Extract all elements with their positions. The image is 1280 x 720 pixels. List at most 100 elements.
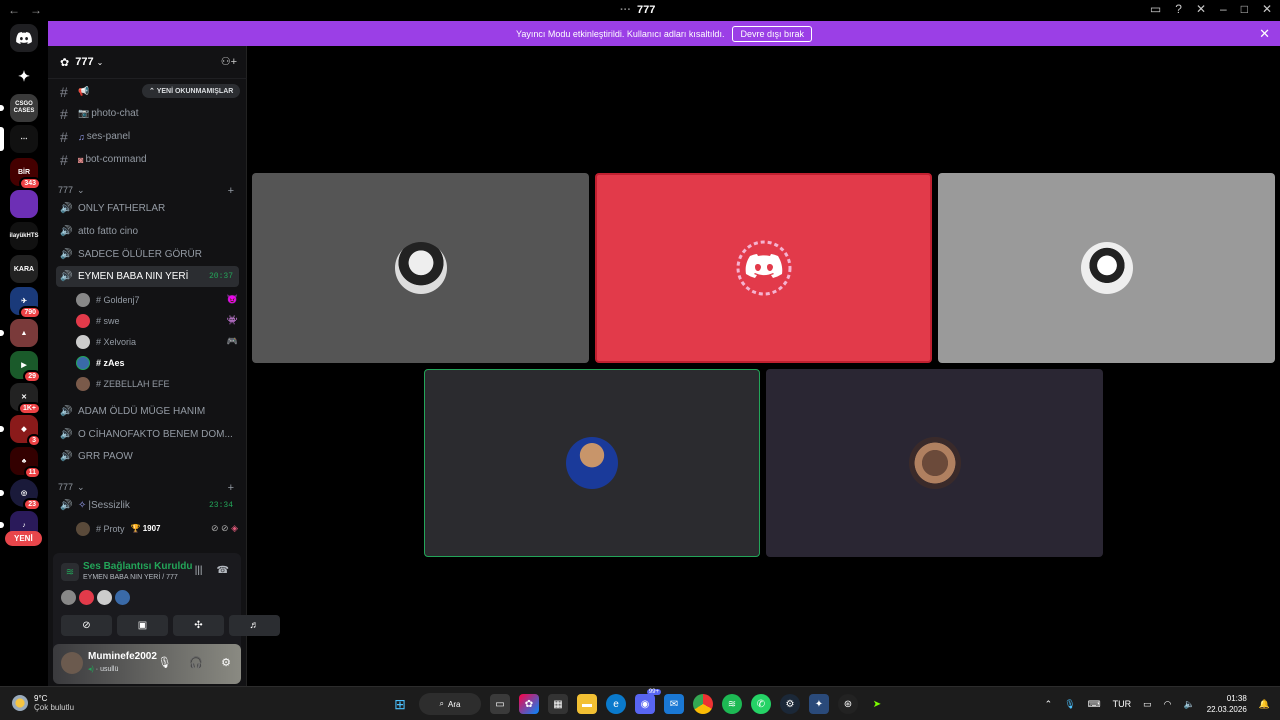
voice-status[interactable]: Ses Bağlantısı Kuruldu <box>83 561 192 572</box>
copilot-icon[interactable]: ✿ <box>519 694 539 714</box>
taskbar-search[interactable]: ⌕ Ara <box>419 693 481 715</box>
guild-bir[interactable]: BİR 343 <box>10 158 41 190</box>
inbox-icon[interactable]: ▭ <box>1150 2 1161 16</box>
voice-channel-path[interactable]: EYMEN BABA NIN YERİ / 777 <box>83 574 178 581</box>
task-view-icon[interactable]: ▭ <box>490 694 510 714</box>
store-icon[interactable]: ▦ <box>548 694 568 714</box>
new-servers-pill[interactable]: YENİ <box>5 531 42 546</box>
notifications-icon[interactable]: 🔔 <box>1259 699 1270 710</box>
soundboard-button[interactable]: ♬ <box>229 615 280 636</box>
voice-channel[interactable]: 🔊 ✧ |Sessizlik 23:34 <box>56 495 239 516</box>
avatar[interactable] <box>61 652 83 674</box>
voice-channel-active[interactable]: 🔊 EYMEN BABA NIN YERİ 20:37 <box>56 266 239 287</box>
guild-csgo-cases[interactable]: CSGO CASES <box>0 94 38 122</box>
guild-purple[interactable] <box>10 190 38 218</box>
guild-blue[interactable]: ✈ 790 <box>10 287 41 319</box>
channel-photo-chat[interactable]: # 📷 photo-chat <box>56 103 239 124</box>
participant-tile[interactable] <box>252 173 589 363</box>
category-777[interactable]: 777 ⌄ + <box>58 185 238 197</box>
avatar[interactable] <box>79 590 94 605</box>
guild-crimson[interactable]: ◆ 3 <box>0 415 41 447</box>
signal-icon[interactable]: ≋ <box>61 563 79 581</box>
guild-knife[interactable]: ✕ 1K+ <box>10 383 41 415</box>
voice-channel[interactable]: 🔊 O CİHANOFAKTO BENEM DOM... <box>56 424 239 445</box>
add-channel-icon[interactable]: + <box>228 185 234 197</box>
maximize-icon[interactable]: □ <box>1241 2 1248 16</box>
weather-widget[interactable]: 9°C Çok bulutlu <box>12 694 74 712</box>
openai-icon[interactable]: ⊛ <box>838 694 858 714</box>
close-window-icon[interactable]: ✕ <box>1262 2 1272 16</box>
discord-home-icon[interactable] <box>10 24 38 52</box>
avatar[interactable] <box>115 590 130 605</box>
category-777[interactable]: 777 ⌄ + <box>58 482 238 494</box>
voice-user[interactable]: # Xelvoria 🎮 <box>76 332 238 351</box>
network-app-icon[interactable]: ✦ <box>809 694 829 714</box>
add-channel-icon[interactable]: + <box>228 482 234 494</box>
voice-user[interactable]: # swe 👾 <box>76 311 238 330</box>
mention-badge: 3 <box>27 434 41 447</box>
discord-taskbar-icon[interactable]: ◉ 99+ <box>635 689 661 714</box>
edge-icon[interactable]: e <box>606 694 626 714</box>
arrow-app-icon[interactable]: ➤ <box>867 694 887 714</box>
voice-user[interactable]: # Goldenj7 😈 <box>76 290 238 309</box>
server-header[interactable]: ✿ 777 ⌄ ⚇+ <box>48 46 247 79</box>
disconnect-icon[interactable]: ☎ <box>217 565 229 576</box>
file-explorer-icon[interactable]: ▬ <box>577 694 597 714</box>
avatar[interactable] <box>61 590 76 605</box>
avatar[interactable] <box>97 590 112 605</box>
language-indicator[interactable]: TUR <box>1113 699 1132 709</box>
voice-channel[interactable]: 🔊 ONLY FATHERLAR <box>56 198 239 219</box>
guild-ilayuk[interactable]: ilayükHTS <box>10 222 39 250</box>
unread-pill[interactable]: ⌃ YENİ OKUNMAMIŞLAR <box>142 84 241 98</box>
camera-off-button[interactable]: ⊘ <box>61 615 112 636</box>
participant-tile[interactable] <box>938 173 1275 363</box>
username[interactable]: Muminefe2002 <box>88 651 157 662</box>
voice-channel[interactable]: 🔊 SADECE ÖLÜLER GÖRÜR <box>56 244 239 265</box>
guild-red[interactable]: ▲ <box>0 319 38 347</box>
clock[interactable]: 01:38 22.03.2026 <box>1207 693 1247 715</box>
disable-streamer-button[interactable]: Devre dışı bırak <box>732 25 812 42</box>
volume-icon[interactable]: 🔈 <box>1184 699 1195 710</box>
voice-user[interactable]: # Proty 🏆 1907 ⊘ ⊘ ◈ <box>76 519 238 538</box>
channel-ses-panel[interactable]: # ♫ ses-panel <box>56 126 239 147</box>
mail-icon[interactable]: ✉ <box>664 694 684 714</box>
guild-777[interactable]: ⋯ <box>0 125 38 153</box>
voice-channel[interactable]: 🔊 ADAM ÖLDÜ MÜGE HANIM <box>56 401 239 422</box>
microphone-icon[interactable]: 🎙 <box>1064 699 1075 710</box>
back-arrow-icon[interactable]: ← <box>8 3 20 17</box>
voice-channel[interactable]: 🔊 GRR PAOW <box>56 446 239 467</box>
keyboard-icon[interactable]: ⌨ <box>1088 699 1101 710</box>
steam-icon[interactable]: ⚙ <box>780 694 800 714</box>
guild-kara[interactable]: KARA <box>10 255 38 283</box>
voice-channel[interactable]: 🔊 atto fatto cino <box>56 221 239 242</box>
display-icon[interactable]: ▭ <box>1143 699 1152 710</box>
headphones-icon[interactable]: 🎧 <box>189 656 203 669</box>
guild-dark-red[interactable]: ♣ 11 <box>10 447 41 479</box>
chevron-up-icon[interactable]: ⌃ <box>1045 699 1053 710</box>
activities-button[interactable]: ✣ <box>173 615 224 636</box>
gear-icon[interactable]: ⚙ <box>221 656 231 669</box>
voice-user[interactable]: # ZEBELLAH EFE <box>76 374 238 393</box>
forward-arrow-icon[interactable]: → <box>30 3 42 17</box>
guild-circle[interactable]: ◎ 23 <box>0 479 41 511</box>
guild-ballet-icon[interactable]: ✦ <box>10 62 38 90</box>
whatsapp-icon[interactable]: ✆ <box>751 694 771 714</box>
tools-icon[interactable]: ✕ <box>1196 2 1206 16</box>
participant-tile[interactable] <box>766 369 1103 557</box>
windows-start-icon[interactable]: ⊞ <box>390 694 410 714</box>
chrome-icon[interactable] <box>693 694 713 714</box>
spotify-icon[interactable]: ≋ <box>722 694 742 714</box>
voice-user[interactable]: # zAes <box>76 353 238 372</box>
help-icon[interactable]: ? <box>1175 2 1182 16</box>
screen-share-button[interactable]: ▣ <box>117 615 168 636</box>
microphone-icon[interactable]: 🎙 <box>157 656 171 669</box>
close-banner-icon[interactable]: ✕ <box>1259 26 1270 42</box>
wifi-icon[interactable]: ◠ <box>1164 699 1172 710</box>
guild-green[interactable]: ▶ 29 <box>10 351 41 383</box>
channel-bot-command[interactable]: # ◙ bot-command <box>56 149 239 170</box>
participant-tile[interactable] <box>595 173 932 363</box>
noise-suppression-icon[interactable]: ||| <box>195 565 203 576</box>
participant-tile-speaking[interactable] <box>424 369 760 557</box>
minimize-icon[interactable]: – <box>1220 2 1227 16</box>
add-user-icon[interactable]: ⚇+ <box>221 55 237 68</box>
